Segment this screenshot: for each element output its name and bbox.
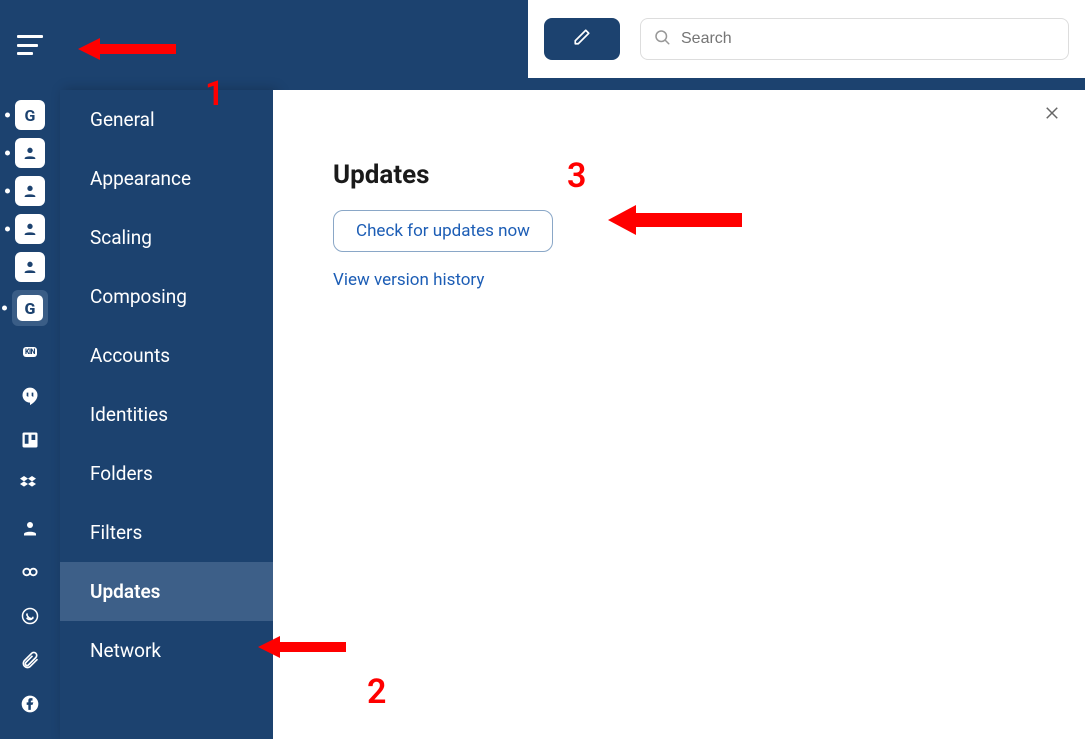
check-for-updates-button[interactable]: Check for updates now xyxy=(333,210,553,252)
pane-content: Updates Check for updates now View versi… xyxy=(273,90,1085,360)
hangouts-icon[interactable] xyxy=(12,378,48,414)
settings-nav-appearance[interactable]: Appearance xyxy=(60,149,273,208)
pane-title: Updates xyxy=(333,160,1025,190)
hamburger-line xyxy=(17,52,33,55)
settings-nav-identities[interactable]: Identities xyxy=(60,385,273,444)
settings-nav-folders[interactable]: Folders xyxy=(60,444,273,503)
settings-nav-composing[interactable]: Composing xyxy=(60,267,273,326)
settings-nav-filters[interactable]: Filters xyxy=(60,503,273,562)
person-icon[interactable] xyxy=(15,138,45,168)
topbar-brand-area xyxy=(240,0,528,90)
topbar-left xyxy=(0,0,60,90)
hamburger-menu-button[interactable] xyxy=(17,35,43,55)
whatsapp-icon[interactable] xyxy=(12,598,48,634)
topbar-right xyxy=(528,0,1085,78)
person-solid-icon[interactable] xyxy=(12,510,48,546)
settings-nav-general[interactable]: General xyxy=(60,90,273,149)
person-icon[interactable] xyxy=(15,214,45,244)
hamburger-line xyxy=(17,44,38,47)
pencil-icon xyxy=(573,28,591,50)
topbar xyxy=(0,0,1085,90)
settings-nav-accounts[interactable]: Accounts xyxy=(60,326,273,385)
search-icon xyxy=(653,28,671,50)
close-icon xyxy=(1043,107,1061,126)
person-icon[interactable] xyxy=(15,252,45,282)
hamburger-line xyxy=(17,35,43,38)
search-input[interactable] xyxy=(681,30,1056,48)
facebook-icon[interactable] xyxy=(12,686,48,722)
close-button[interactable] xyxy=(1043,104,1067,128)
kin-icon[interactable]: KIN xyxy=(12,334,48,370)
view-version-history-link[interactable]: View version history xyxy=(333,270,484,290)
trello-icon[interactable] xyxy=(12,422,48,458)
google-icon[interactable]: G xyxy=(12,290,48,326)
attachment-icon[interactable] xyxy=(12,642,48,678)
accounts-rail: G G KIN xyxy=(0,90,60,739)
dropbox-icon[interactable] xyxy=(12,466,48,502)
settings-pane: Updates Check for updates now View versi… xyxy=(273,90,1085,739)
settings-nav-updates[interactable]: Updates xyxy=(60,562,273,621)
settings-nav-network[interactable]: Network xyxy=(60,621,273,680)
person-icon[interactable] xyxy=(15,176,45,206)
topbar-spacer xyxy=(60,0,240,90)
compose-button[interactable] xyxy=(544,18,620,60)
settings-nav-scaling[interactable]: Scaling xyxy=(60,208,273,267)
google-icon[interactable]: G xyxy=(15,100,45,130)
link-icon[interactable] xyxy=(12,554,48,590)
settings-nav: General Appearance Scaling Composing Acc… xyxy=(60,90,273,739)
search-field-container[interactable] xyxy=(640,18,1069,60)
